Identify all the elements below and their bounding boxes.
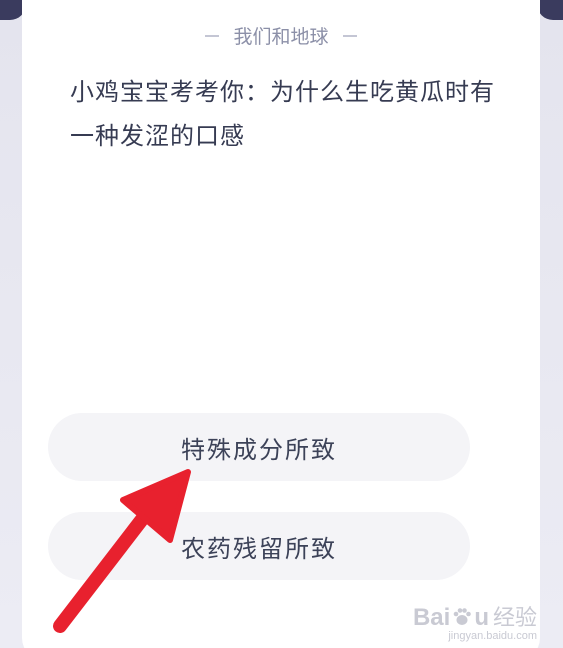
- question-text: 小鸡宝宝考考你：为什么生吃黄瓜时有一种发涩的口感: [70, 78, 495, 150]
- section-header: 我们和地球: [22, 22, 540, 49]
- top-right-corner-decor: [537, 0, 563, 20]
- answer-option-1-label: 特殊成分所致: [181, 435, 337, 464]
- answer-option-1[interactable]: 特殊成分所致: [48, 413, 470, 481]
- answer-option-2-label: 农药残留所致: [181, 534, 337, 563]
- header-dash-right: [342, 34, 357, 37]
- header-dash-left: [205, 34, 220, 37]
- watermark-brand-prefix: Bai: [412, 604, 451, 631]
- watermark-brand-suffix: u: [474, 604, 489, 631]
- watermark-sub: 经验: [492, 606, 537, 631]
- answer-option-2[interactable]: 农药残留所致: [48, 512, 470, 580]
- paw-icon: [454, 608, 472, 625]
- baidu-jingyan-watermark: Bai u 经验 jingyan.baidu.com: [413, 600, 537, 642]
- section-title: 我们和地球: [233, 26, 329, 48]
- watermark-url: jingyan.baidu.com: [448, 630, 537, 642]
- screenshot-stage: 我们和地球 小鸡宝宝考考你：为什么生吃黄瓜时有一种发涩的口感 特殊成分所致 农药…: [0, 0, 563, 648]
